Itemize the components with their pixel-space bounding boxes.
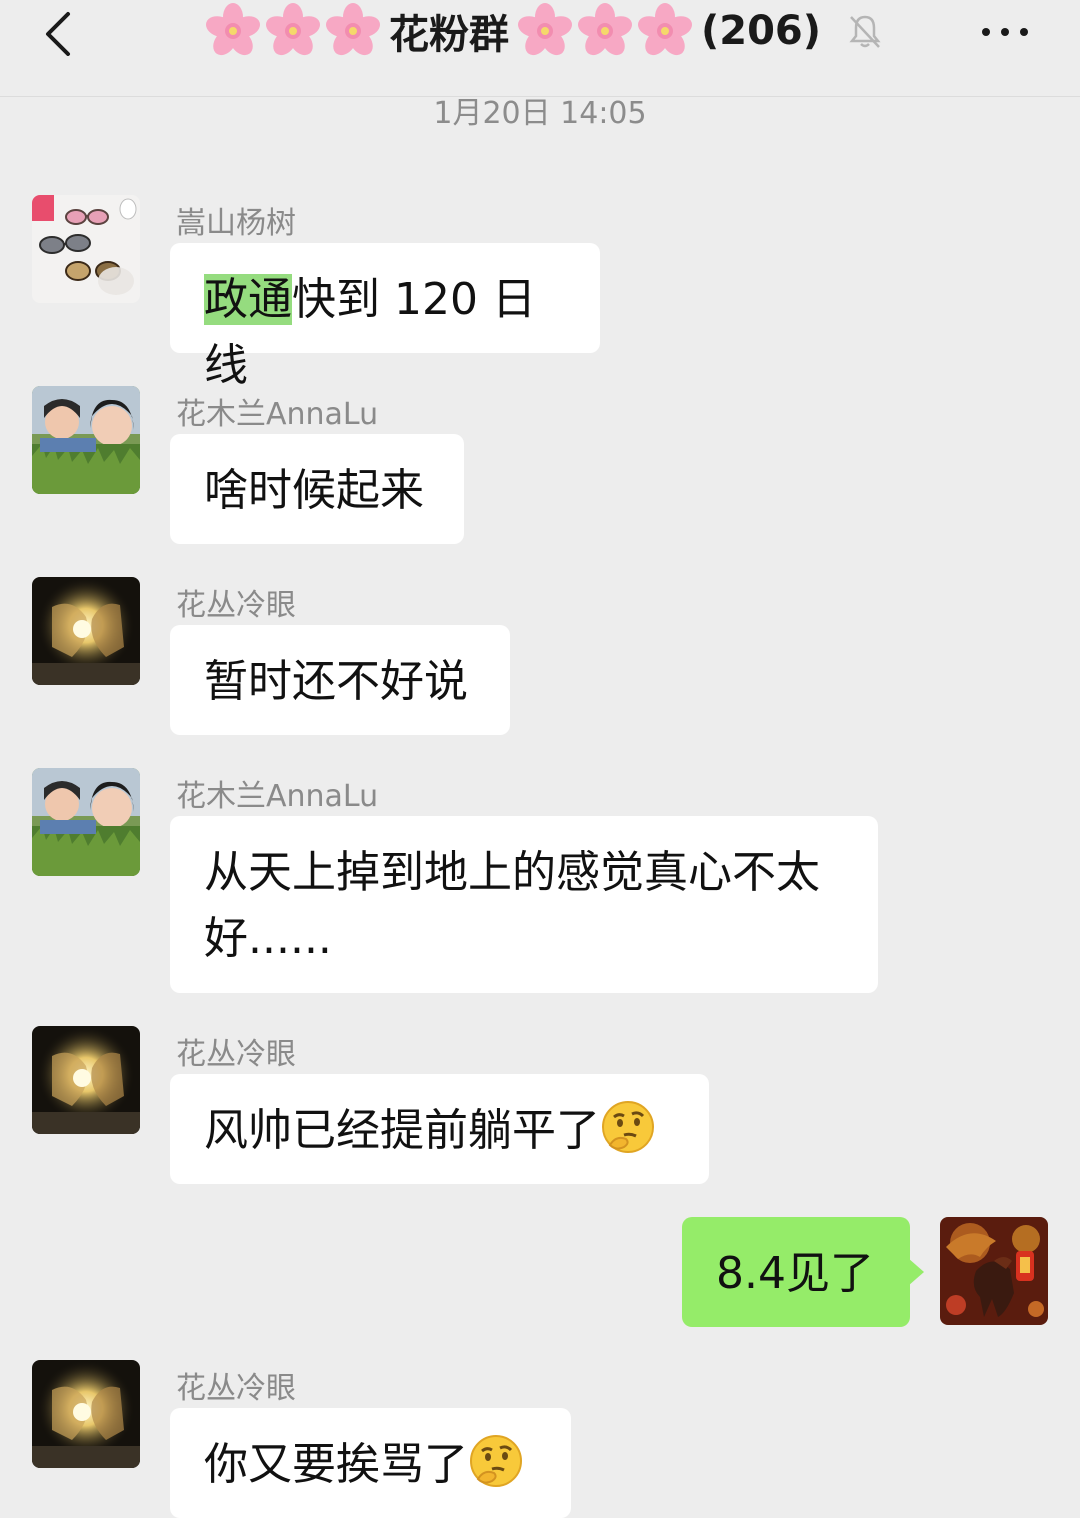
highlighted-keyword[interactable]: 政通 bbox=[204, 274, 292, 325]
avatar[interactable] bbox=[32, 386, 140, 494]
sender-name: 花丛冷眼 bbox=[176, 588, 296, 623]
sender-name: 花木兰AnnaLu bbox=[176, 779, 379, 814]
my-avatar[interactable] bbox=[940, 1217, 1048, 1325]
avatar[interactable] bbox=[32, 768, 140, 876]
back-button[interactable] bbox=[38, 8, 82, 56]
message-text: 你又要挨骂了 bbox=[204, 1439, 468, 1490]
glowing-hands-avatar-image bbox=[32, 1026, 140, 1134]
thinking-face-emoji-icon bbox=[600, 1099, 656, 1155]
message-bubble[interactable]: 啥时候起来 bbox=[170, 434, 464, 544]
sender-name: 花丛冷眼 bbox=[176, 1371, 296, 1406]
message-text: 暂时还不好说 bbox=[204, 656, 468, 707]
glowing-hands-avatar-image bbox=[32, 577, 140, 685]
sender-name: 花木兰AnnaLu bbox=[176, 397, 379, 432]
my-message-bubble[interactable]: 8.4见了 bbox=[682, 1217, 910, 1327]
chat-title[interactable]: 花粉群 (206) bbox=[180, 0, 910, 62]
avatar[interactable] bbox=[32, 1360, 140, 1468]
thinking-face-emoji-icon bbox=[468, 1433, 524, 1489]
title-decoration-right bbox=[517, 3, 693, 59]
cherry-blossom-icon bbox=[205, 3, 261, 59]
avatar[interactable] bbox=[32, 577, 140, 685]
message-timestamp: 1月20日 14:05 bbox=[433, 96, 647, 131]
cherry-blossom-icon bbox=[517, 3, 573, 59]
bubble-tail bbox=[908, 1258, 924, 1286]
ellipsis-icon bbox=[982, 28, 1028, 36]
chat-header: 花粉群 (206) bbox=[0, 0, 1080, 97]
group-name: 花粉群 bbox=[388, 12, 509, 58]
avatar[interactable] bbox=[32, 1026, 140, 1134]
girls-photo-avatar-image bbox=[32, 386, 140, 494]
more-button[interactable] bbox=[980, 14, 1030, 50]
message-text: 8.4见了 bbox=[716, 1248, 874, 1299]
message-bubble[interactable]: 政通快到 120 日线 bbox=[170, 243, 600, 391]
cherry-blossom-icon bbox=[325, 3, 381, 59]
member-count: (206) bbox=[700, 8, 822, 54]
chevron-left-icon bbox=[46, 12, 70, 56]
sender-name: 花丛冷眼 bbox=[176, 1037, 296, 1072]
message-bubble[interactable]: 暂时还不好说 bbox=[170, 625, 510, 735]
message-text: 风帅已经提前躺平了 bbox=[204, 1105, 600, 1156]
dragon-horse-avatar-image bbox=[940, 1217, 1048, 1325]
sunglasses-avatar-image bbox=[32, 195, 140, 303]
message-text: 从天上掉到地上的感觉真心不太好...... bbox=[204, 847, 820, 964]
cherry-blossom-icon bbox=[265, 3, 321, 59]
bell-slash-icon bbox=[849, 15, 881, 48]
message-bubble[interactable]: 你又要挨骂了 bbox=[170, 1408, 571, 1518]
cherry-blossom-icon bbox=[577, 3, 633, 59]
girls-photo-avatar-image bbox=[32, 768, 140, 876]
cherry-blossom-icon bbox=[637, 3, 693, 59]
message-bubble[interactable]: 从天上掉到地上的感觉真心不太好...... bbox=[170, 816, 878, 993]
title-decoration-left bbox=[205, 3, 381, 59]
message-bubble[interactable]: 风帅已经提前躺平了 bbox=[170, 1074, 709, 1184]
sender-name: 嵩山杨树 bbox=[176, 206, 296, 241]
message-text: 啥时候起来 bbox=[204, 465, 424, 516]
glowing-hands-avatar-image bbox=[32, 1360, 140, 1468]
avatar[interactable] bbox=[32, 195, 140, 303]
